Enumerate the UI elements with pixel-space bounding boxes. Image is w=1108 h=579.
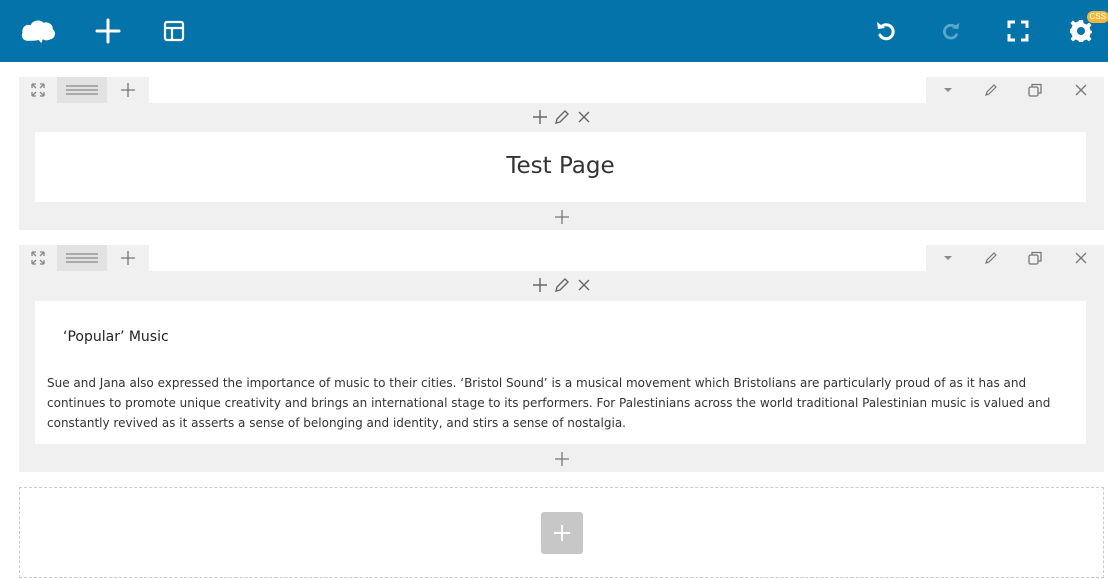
pencil-icon[interactable]	[970, 77, 1012, 103]
add-module-below	[19, 204, 1104, 230]
close-icon[interactable]	[1058, 245, 1104, 271]
add-below-icon[interactable]	[552, 449, 572, 469]
add-module-icon[interactable]	[531, 276, 549, 294]
add-row-button[interactable]	[540, 511, 583, 554]
module-content[interactable]: Test Page	[35, 132, 1086, 202]
pencil-icon[interactable]	[970, 245, 1012, 271]
remove-icon[interactable]	[575, 108, 593, 126]
section-subheading: ‘Popular’ Music	[63, 329, 169, 345]
dropdown-icon[interactable]	[926, 77, 970, 103]
top-toolbar: CSS	[0, 0, 1108, 62]
dropdown-icon[interactable]	[926, 245, 970, 271]
layout-icon[interactable]	[156, 13, 192, 49]
add-below-icon[interactable]	[552, 207, 572, 227]
column-toolbar	[19, 103, 1104, 130]
body-paragraph: Sue and Jana also expressed the importan…	[47, 376, 1051, 430]
css-badge[interactable]: CSS	[1086, 11, 1108, 23]
drag-handle-icon[interactable]	[57, 245, 107, 271]
duplicate-icon[interactable]	[1012, 77, 1058, 103]
gear-icon[interactable]: CSS	[1063, 11, 1108, 49]
add-column-icon[interactable]	[107, 77, 149, 103]
remove-icon[interactable]	[575, 276, 593, 294]
add-module-icon[interactable]	[531, 108, 549, 126]
expand-icon[interactable]	[19, 77, 57, 103]
add-column-icon[interactable]	[107, 245, 149, 271]
plus-icon	[553, 524, 570, 541]
add-plus-icon[interactable]	[90, 13, 126, 49]
fullscreen-icon[interactable]	[1000, 13, 1036, 49]
edit-pencil-icon[interactable]	[553, 108, 571, 126]
edit-pencil-icon[interactable]	[553, 276, 571, 294]
module-content[interactable]: ‘Popular’ Music Sue and Jana also expres…	[35, 301, 1086, 444]
redo-icon[interactable]	[933, 13, 969, 49]
row-1: Test Page	[19, 77, 1104, 230]
row-2: ‘Popular’ Music Sue and Jana also expres…	[19, 245, 1104, 472]
drag-handle-icon[interactable]	[57, 77, 107, 103]
column-toolbar	[19, 271, 1104, 298]
page-title: Test Page	[506, 153, 615, 179]
undo-icon[interactable]	[868, 13, 904, 49]
add-row-area	[19, 487, 1104, 578]
add-module-below	[19, 446, 1104, 472]
duplicate-icon[interactable]	[1012, 245, 1058, 271]
close-icon[interactable]	[1058, 77, 1104, 103]
expand-icon[interactable]	[19, 245, 57, 271]
cloud-icon[interactable]	[20, 13, 56, 49]
